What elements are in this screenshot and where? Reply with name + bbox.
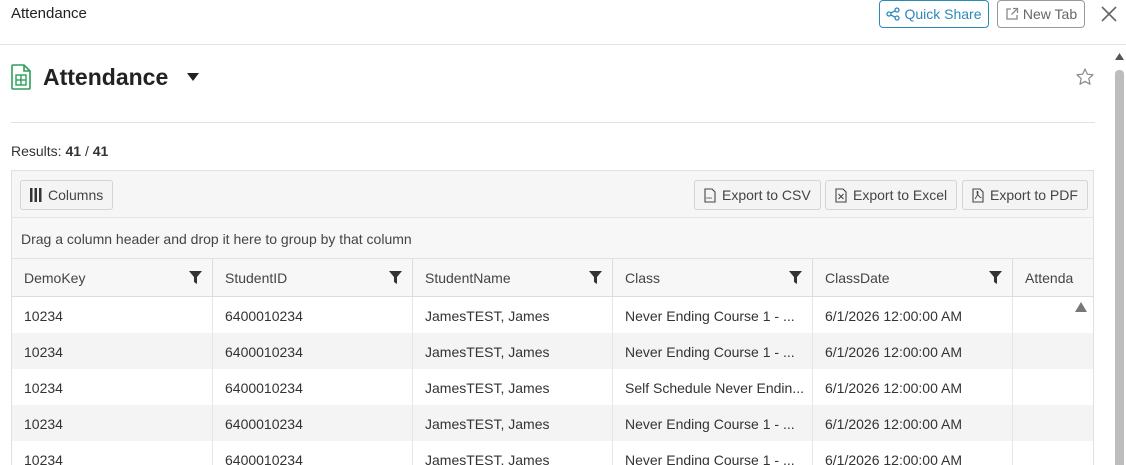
favorite-button[interactable] <box>1075 67 1095 87</box>
export-csv-button[interactable]: csv Export to CSV <box>694 180 821 210</box>
column-header-label: StudentID <box>225 270 288 286</box>
divider <box>11 122 1095 123</box>
columns-label: Columns <box>48 187 104 203</box>
cell-classdate: 6/1/2026 12:00:00 AM <box>813 297 1013 333</box>
column-header-label: Attenda <box>1025 270 1074 286</box>
columns-icon <box>30 188 42 202</box>
column-header-label: StudentName <box>425 270 511 286</box>
close-icon <box>1101 6 1117 22</box>
column-header-label: DemoKey <box>24 270 86 286</box>
scrollbar-thumb[interactable] <box>1115 70 1124 465</box>
column-header-attendance[interactable]: Attenda <box>1013 259 1093 297</box>
cell-attendance <box>1013 333 1093 369</box>
header-row: DemoKey StudentID StudentName Class Clas… <box>12 259 1093 297</box>
grid-scroll-up-arrow-icon[interactable] <box>1074 301 1088 313</box>
cell-demokey: 10234 <box>12 333 213 369</box>
page-scrollbar[interactable] <box>1113 48 1126 465</box>
table-row[interactable]: 10234 6400010234 JamesTEST, James Never … <box>12 297 1093 333</box>
cell-classdate: 6/1/2026 12:00:00 AM <box>813 405 1013 441</box>
column-header-label: Class <box>625 270 661 286</box>
group-panel-text: Drag a column header and drop it here to… <box>21 231 412 247</box>
cell-studentid: 6400010234 <box>213 333 413 369</box>
column-header-studentname[interactable]: StudentName <box>413 259 613 297</box>
export-csv-label: Export to CSV <box>722 187 811 203</box>
spreadsheet-icon <box>11 64 31 90</box>
filter-icon[interactable] <box>589 271 602 284</box>
cell-class: Never Ending Course 1 - ... <box>613 441 813 465</box>
results-shown: 41 <box>65 143 82 159</box>
cell-attendance <box>1013 441 1093 465</box>
export-pdf-button[interactable]: Export to PDF <box>962 180 1088 210</box>
page-title: Attendance <box>43 63 169 90</box>
column-header-class[interactable]: Class <box>613 259 813 297</box>
title-dropdown[interactable] <box>186 72 200 82</box>
excel-file-icon <box>835 187 847 203</box>
cell-classdate: 6/1/2026 12:00:00 AM <box>813 369 1013 405</box>
cell-studentname: JamesTEST, James <box>413 405 613 441</box>
results-total: 41 <box>92 143 109 159</box>
cell-studentid: 6400010234 <box>213 297 413 333</box>
cell-classdate: 6/1/2026 12:00:00 AM <box>813 333 1013 369</box>
share-icon <box>886 7 901 21</box>
column-header-demokey[interactable]: DemoKey <box>12 259 213 297</box>
new-tab-button[interactable]: New Tab <box>997 0 1085 28</box>
cell-studentid: 6400010234 <box>213 441 413 465</box>
external-link-icon <box>1006 7 1019 20</box>
page-header: Attendance <box>11 62 200 92</box>
filter-icon[interactable] <box>389 271 402 284</box>
cell-class: Never Ending Course 1 - ... <box>613 333 813 369</box>
cell-class: Self Schedule Never Endin... <box>613 369 813 405</box>
cell-class: Never Ending Course 1 - ... <box>613 405 813 441</box>
cell-studentname: JamesTEST, James <box>413 441 613 465</box>
cell-demokey: 10234 <box>12 369 213 405</box>
table-row[interactable]: 10234 6400010234 JamesTEST, James Never … <box>12 441 1093 465</box>
svg-text:csv: csv <box>706 195 712 200</box>
data-grid: Columns csv Export to CSV Export to Exce… <box>11 170 1094 465</box>
cell-studentid: 6400010234 <box>213 405 413 441</box>
close-button[interactable] <box>1098 3 1120 25</box>
cell-demokey: 10234 <box>12 405 213 441</box>
filter-icon[interactable] <box>189 271 202 284</box>
window-title: Attendance <box>11 5 87 22</box>
star-icon <box>1076 68 1094 85</box>
table-row[interactable]: 10234 6400010234 JamesTEST, James Never … <box>12 333 1093 369</box>
column-header-classdate[interactable]: ClassDate <box>813 259 1013 297</box>
table-row[interactable]: 10234 6400010234 JamesTEST, James Self S… <box>12 369 1093 405</box>
cell-studentid: 6400010234 <box>213 369 413 405</box>
filter-icon[interactable] <box>789 271 802 284</box>
cell-studentname: JamesTEST, James <box>413 297 613 333</box>
export-excel-label: Export to Excel <box>853 187 948 203</box>
caret-down-icon <box>187 73 200 81</box>
group-panel[interactable]: Drag a column header and drop it here to… <box>12 218 1093 259</box>
column-header-studentid[interactable]: StudentID <box>213 259 413 297</box>
results-count: Results: 41 / 41 <box>11 143 108 159</box>
pdf-file-icon <box>972 187 984 203</box>
table-row[interactable]: 10234 6400010234 JamesTEST, James Never … <box>12 405 1093 441</box>
cell-demokey: 10234 <box>12 441 213 465</box>
cell-class: Never Ending Course 1 - ... <box>613 297 813 333</box>
cell-attendance <box>1013 369 1093 405</box>
cell-demokey: 10234 <box>12 297 213 333</box>
cell-studentname: JamesTEST, James <box>413 333 613 369</box>
csv-file-icon: csv <box>704 187 716 203</box>
top-bar: Attendance Quick Share New Tab <box>0 0 1126 45</box>
cell-attendance <box>1013 405 1093 441</box>
new-tab-label: New Tab <box>1022 6 1078 22</box>
cell-studentname: JamesTEST, James <box>413 369 613 405</box>
quick-share-button[interactable]: Quick Share <box>879 0 989 28</box>
results-separator: / <box>84 143 89 159</box>
filter-icon[interactable] <box>989 271 1002 284</box>
scroll-up-arrow-icon[interactable] <box>1114 52 1125 61</box>
cell-classdate: 6/1/2026 12:00:00 AM <box>813 441 1013 465</box>
results-label: Results: <box>11 143 62 159</box>
grid-toolbar: Columns csv Export to CSV Export to Exce… <box>12 171 1093 218</box>
column-header-label: ClassDate <box>825 270 890 286</box>
export-pdf-label: Export to PDF <box>990 187 1078 203</box>
export-excel-button[interactable]: Export to Excel <box>825 180 958 210</box>
columns-button[interactable]: Columns <box>20 180 114 210</box>
quick-share-label: Quick Share <box>904 6 982 22</box>
